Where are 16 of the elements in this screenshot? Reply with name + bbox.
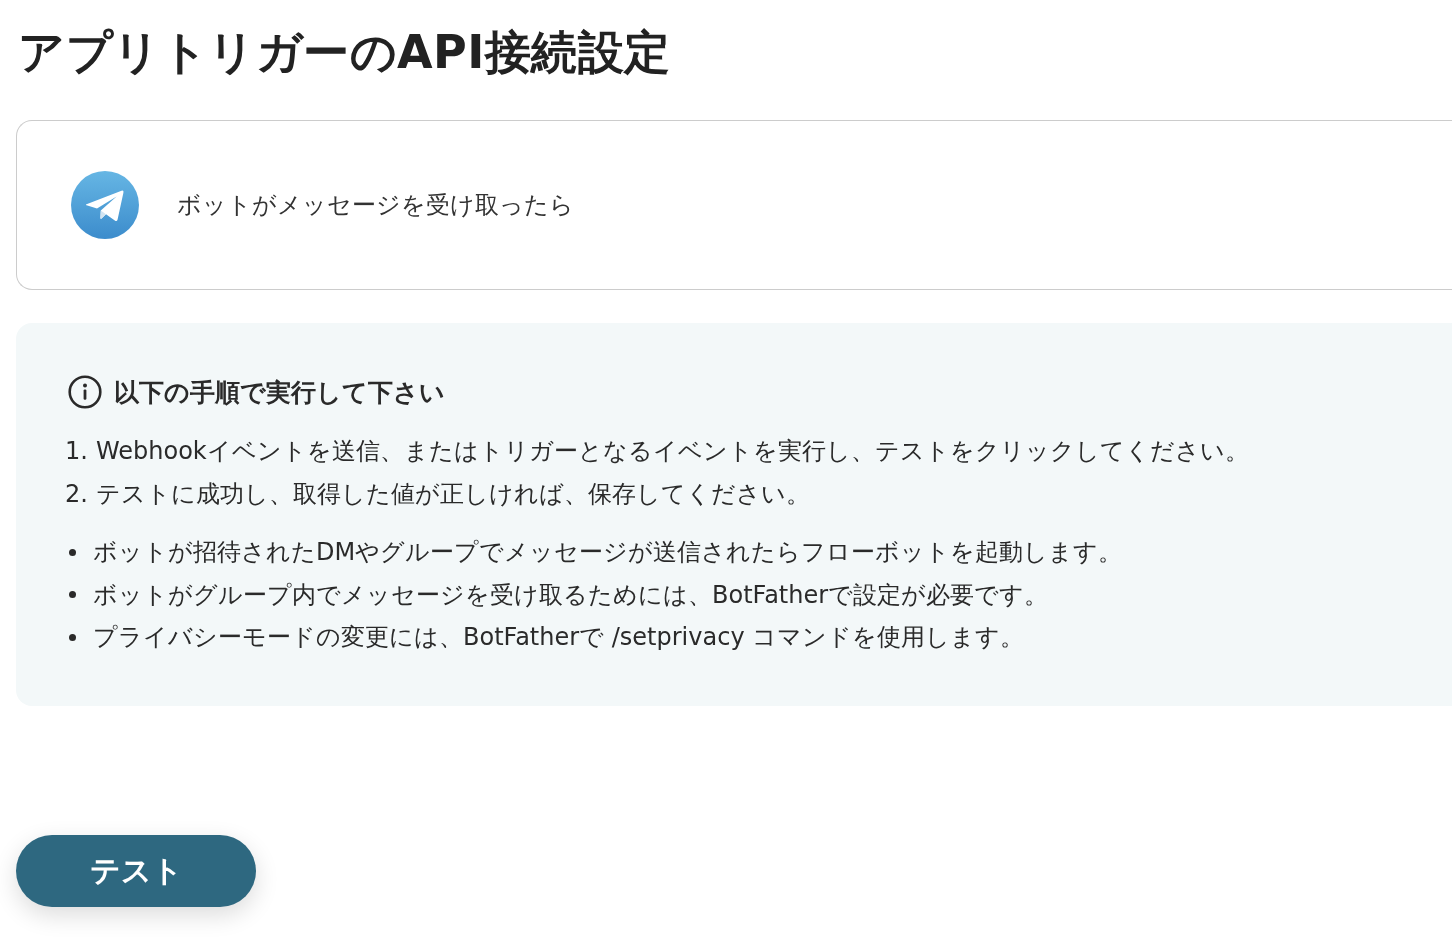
step-text: テストに成功し、取得した値が正しければ、保存してください。 <box>95 478 810 510</box>
note-text: ボットが招待されたDMやグループでメッセージが送信されたらフローボットを起動します。 <box>93 537 1123 569</box>
trigger-label: ボットがメッセージを受け取ったら <box>177 190 574 221</box>
test-button[interactable]: テスト <box>16 835 256 907</box>
bullet-icon <box>69 633 76 641</box>
info-icon <box>68 375 102 409</box>
note-text: プライバシーモードの変更には、BotFatherで /setprivacy コマンドを使用します。 <box>93 622 1025 654</box>
paper-plane-icon <box>71 171 139 239</box>
bullet-icon <box>69 591 76 599</box>
step-text: Webhookイベントを送信、またはトリガーとなるイベントを実行し、テストをクリックしてください。 <box>95 435 1249 467</box>
note-text: ボットがグループ内でメッセージを受け取るためには、BotFatherで設定が必要です。 <box>93 579 1049 611</box>
instructions-heading: 以下の手順で実行して下さい <box>114 376 445 409</box>
step-number: 2. <box>65 479 88 508</box>
bullet-icon <box>69 548 76 556</box>
step-number: 1. <box>65 436 88 465</box>
page-title: アプリトリガーのAPI接続設定 <box>18 24 672 81</box>
